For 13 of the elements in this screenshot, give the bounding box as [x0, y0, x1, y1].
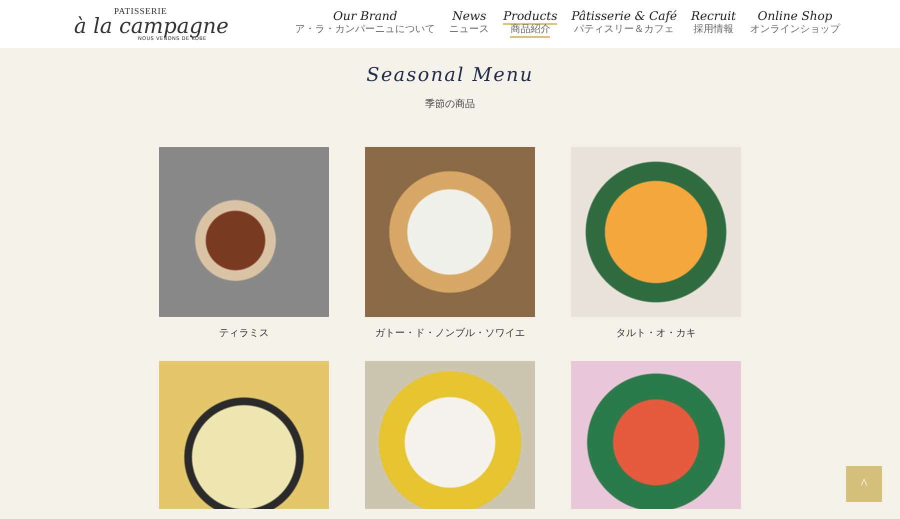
section-subtitle: 季節の商品 — [425, 98, 475, 112]
nav-link[interactable]: Recruit 採用情報 — [691, 10, 736, 38]
nav-link[interactable]: Online Shop オンラインショップ — [750, 10, 840, 38]
product-name: タルト・オ・カキ — [615, 326, 697, 341]
nav-link[interactable]: Pâtisserie & Café パティスリー＆カフェ — [571, 10, 678, 38]
product-name: ティラミス — [218, 326, 270, 341]
logo-top-text: PATISSERIE — [113, 6, 168, 16]
nav-link[interactable]: Our Brand ア・ラ・カンパーニュについて — [295, 10, 436, 38]
nav-link[interactable]: News ニュース — [449, 10, 490, 38]
logo-wordmark: à la campagne — [74, 16, 229, 36]
product-name: ガトー・ド・ノンブル・ソワイエ — [374, 326, 526, 341]
nav-link[interactable]: Products 商品紹介 — [503, 10, 558, 38]
section-title: Seasonal Menu — [365, 64, 535, 87]
